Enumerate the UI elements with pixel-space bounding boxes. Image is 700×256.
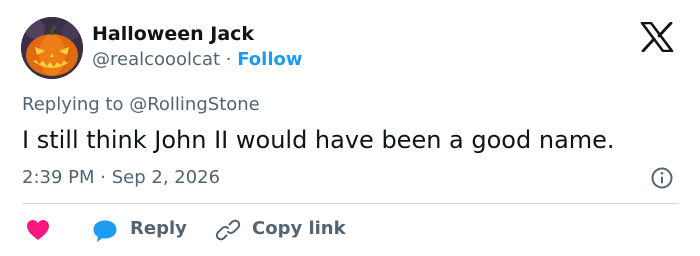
author-name[interactable]: Halloween Jack (92, 22, 254, 46)
copy-link-button[interactable] (215, 218, 241, 246)
timestamp-separator: · (100, 167, 106, 188)
replying-handle[interactable]: @RollingStone (129, 94, 260, 115)
reply-button[interactable] (92, 219, 118, 247)
jack-o-lantern-icon (21, 17, 83, 79)
tweet-date: Sep 2, 2026 (111, 167, 221, 188)
meta-separator: · (225, 49, 232, 70)
author-handle[interactable]: @realcooolcat (92, 49, 220, 70)
divider (22, 203, 679, 204)
copy-link-label[interactable]: Copy link (252, 217, 346, 241)
tweet-timestamp[interactable]: 2:39 PM · Sep 2, 2026 (22, 166, 220, 190)
author-meta: @realcooolcat · Follow (92, 48, 303, 72)
info-icon[interactable] (650, 166, 674, 190)
tweet-text: I still think John II would have been a … (22, 126, 615, 154)
heart-icon[interactable] (26, 219, 50, 245)
follow-button[interactable]: Follow (237, 49, 302, 70)
reply-label[interactable]: Reply (130, 217, 187, 241)
replying-prefix: Replying to (22, 94, 124, 115)
avatar[interactable] (21, 17, 83, 79)
speech-bubble-icon (93, 220, 117, 242)
x-logo-icon[interactable] (640, 21, 674, 53)
link-icon (215, 219, 241, 241)
replying-to: Replying to @RollingStone (22, 93, 260, 117)
tweet-time: 2:39 PM (22, 167, 95, 188)
